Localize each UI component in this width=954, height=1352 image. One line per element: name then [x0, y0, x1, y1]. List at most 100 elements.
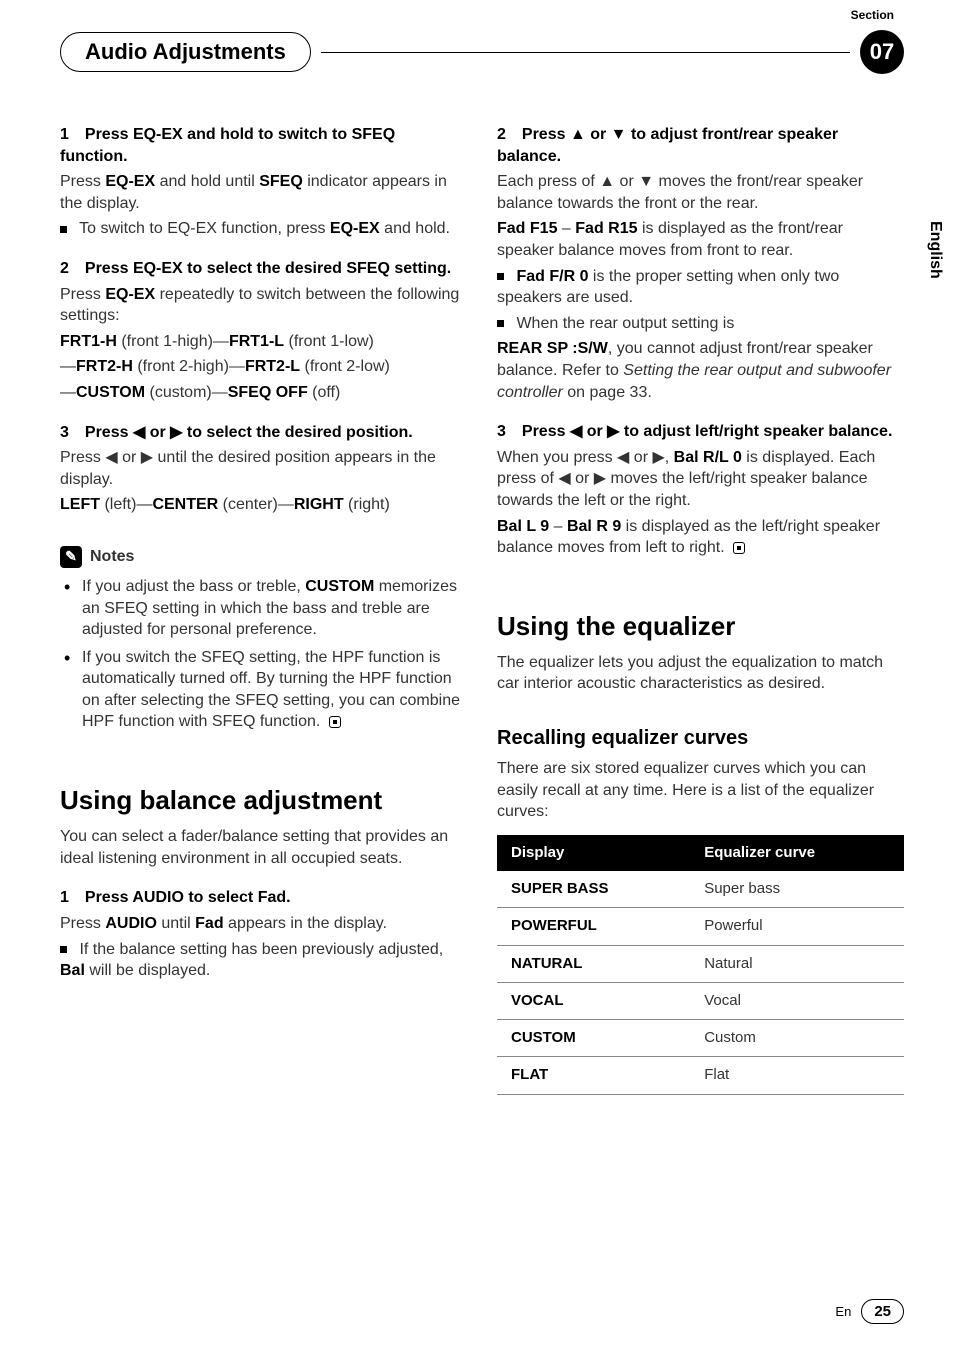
kw: FRT1-H — [60, 333, 117, 350]
table-header-row: Display Equalizer curve — [497, 835, 904, 871]
kw-eqex: EQ-EX — [105, 286, 155, 303]
balance-step1-bullet: If the balance setting has been previous… — [60, 939, 467, 982]
sfeq-settings-line-3: —CUSTOM (custom)—SFEQ OFF (off) — [60, 382, 467, 404]
fader-step2-bullet-1: Fad F/R 0 is the proper setting when onl… — [497, 266, 904, 309]
kw-eqex: EQ-EX — [105, 173, 155, 190]
txt: Press — [60, 173, 105, 190]
kw: FRT2-H — [76, 358, 133, 375]
kw: CENTER — [152, 496, 218, 513]
balance-step1-body: Press AUDIO until Fad appears in the dis… — [60, 913, 467, 935]
txt: (front 2-high)— — [133, 358, 245, 375]
sfeq-settings-line-1: FRT1-H (front 1-high)—FRT1-L (front 1-lo… — [60, 331, 467, 353]
equalizer-title: Using the equalizer — [497, 609, 904, 644]
table-row: POWERFULPowerful — [497, 908, 904, 945]
kw-sfeq: SFEQ — [259, 173, 303, 190]
txt: – — [549, 518, 567, 535]
fader-step2-range: Fad F15 – Fad R15 is displayed as the fr… — [497, 218, 904, 261]
note-item-1: If you adjust the bass or treble, CUSTOM… — [60, 576, 467, 641]
txt: (center)— — [218, 496, 294, 513]
txt: (right) — [344, 496, 390, 513]
txt: If you adjust the bass or treble, — [82, 578, 305, 595]
txt: When the rear output setting is — [516, 315, 734, 332]
txt: and hold until — [155, 173, 259, 190]
txt: — — [60, 358, 76, 375]
txt: If you switch the SFEQ setting, the HPF … — [82, 649, 460, 731]
kw: Bal R 9 — [567, 518, 621, 535]
txt: will be displayed. — [85, 962, 210, 979]
page-number: 25 — [874, 1303, 891, 1320]
chapter-title-pill: Audio Adjustments — [60, 32, 311, 72]
sfeq-step2-body: Press EQ-EX repeatedly to switch between… — [60, 284, 467, 327]
fader-step2-bullet-2: When the rear output setting is — [497, 313, 904, 335]
kw: REAR SP :S/W — [497, 340, 608, 357]
kw: Fad F/R 0 — [516, 268, 588, 285]
table-row: CUSTOMCustom — [497, 1020, 904, 1057]
language-side-tab: English — [922, 210, 944, 290]
txt: (left)— — [100, 496, 152, 513]
cell-curve: Super bass — [690, 871, 904, 908]
end-of-section-icon — [733, 542, 745, 554]
page-footer: En 25 — [835, 1299, 904, 1324]
col-curve: Equalizer curve — [690, 835, 904, 871]
txt: until — [157, 915, 195, 932]
sfeq-positions: LEFT (left)—CENTER (center)—RIGHT (right… — [60, 494, 467, 516]
fader-step2-bullet-2-cont: REAR SP :S/W, you cannot adjust front/re… — [497, 338, 904, 403]
equalizer-intro: The equalizer lets you adjust the equali… — [497, 652, 904, 695]
txt: To switch to EQ-EX function, press — [79, 220, 330, 237]
notes-heading: ✎ Notes — [60, 546, 467, 568]
kw: Bal — [60, 962, 85, 979]
cell-display: POWERFUL — [497, 908, 690, 945]
txt: (front 1-low) — [284, 333, 374, 350]
balance-step3-range: Bal L 9 – Bal R 9 is displayed as the le… — [497, 516, 904, 559]
kw: Fad R15 — [575, 220, 637, 237]
table-row: VOCALVocal — [497, 982, 904, 1019]
footer-lang: En — [835, 1304, 851, 1319]
txt: on page 33. — [563, 384, 652, 401]
cell-curve: Custom — [690, 1020, 904, 1057]
left-column: 1 Press EQ-EX and hold to switch to SFEQ… — [60, 124, 467, 1095]
balance-step3-body: When you press ◀ or ▶, Bal R/L 0 is disp… — [497, 447, 904, 512]
balance-step1-head: 1 Press AUDIO to select Fad. — [60, 887, 467, 909]
txt: Press — [60, 915, 105, 932]
sfeq-step1-bullet: To switch to EQ-EX function, press EQ-EX… — [60, 218, 467, 240]
note-item-2: If you switch the SFEQ setting, the HPF … — [60, 647, 467, 733]
cell-display: NATURAL — [497, 945, 690, 982]
kw: AUDIO — [105, 915, 157, 932]
notes-block: ✎ Notes If you adjust the bass or treble… — [60, 546, 467, 733]
kw: RIGHT — [294, 496, 344, 513]
sfeq-step1-body: Press EQ-EX and hold until SFEQ indicato… — [60, 171, 467, 214]
fader-step2-head: 2 Press ▲ or ▼ to adjust front/rear spea… — [497, 124, 904, 167]
sfeq-step2-head: 2 Press EQ-EX to select the desired SFEQ… — [60, 258, 467, 280]
txt: If the balance setting has been previous… — [79, 941, 443, 958]
cell-curve: Natural — [690, 945, 904, 982]
end-of-section-icon — [329, 716, 341, 728]
kw-eqex: EQ-EX — [330, 220, 380, 237]
notes-label: Notes — [90, 546, 134, 568]
col-display: Display — [497, 835, 690, 871]
notes-list: If you adjust the bass or treble, CUSTOM… — [60, 576, 467, 733]
cell-curve: Powerful — [690, 908, 904, 945]
kw: CUSTOM — [305, 578, 374, 595]
txt: (front 1-high)— — [117, 333, 229, 350]
cell-display: VOCAL — [497, 982, 690, 1019]
txt: Press — [60, 286, 105, 303]
txt: (front 2-low) — [300, 358, 390, 375]
kw: SFEQ OFF — [228, 384, 308, 401]
cell-curve: Vocal — [690, 982, 904, 1019]
txt: (custom)— — [145, 384, 228, 401]
cell-display: SUPER BASS — [497, 871, 690, 908]
sfeq-step1-head: 1 Press EQ-EX and hold to switch to SFEQ… — [60, 124, 467, 167]
cell-display: CUSTOM — [497, 1020, 690, 1057]
section-number-badge: 07 — [860, 30, 904, 74]
equalizer-curves-table: Display Equalizer curve SUPER BASSSuper … — [497, 835, 904, 1095]
page-header: Section Audio Adjustments 07 — [60, 30, 904, 74]
kw: FRT1-L — [229, 333, 284, 350]
recall-curves-intro: There are six stored equalizer curves wh… — [497, 758, 904, 823]
balance-step3-head: 3 Press ◀ or ▶ to adjust left/right spea… — [497, 421, 904, 443]
two-column-body: 1 Press EQ-EX and hold to switch to SFEQ… — [60, 124, 904, 1095]
txt: (off) — [308, 384, 341, 401]
chapter-title: Audio Adjustments — [85, 39, 286, 65]
balance-intro: You can select a fader/balance setting t… — [60, 826, 467, 869]
header-connector-line — [321, 52, 850, 53]
section-label: Section — [851, 8, 894, 22]
